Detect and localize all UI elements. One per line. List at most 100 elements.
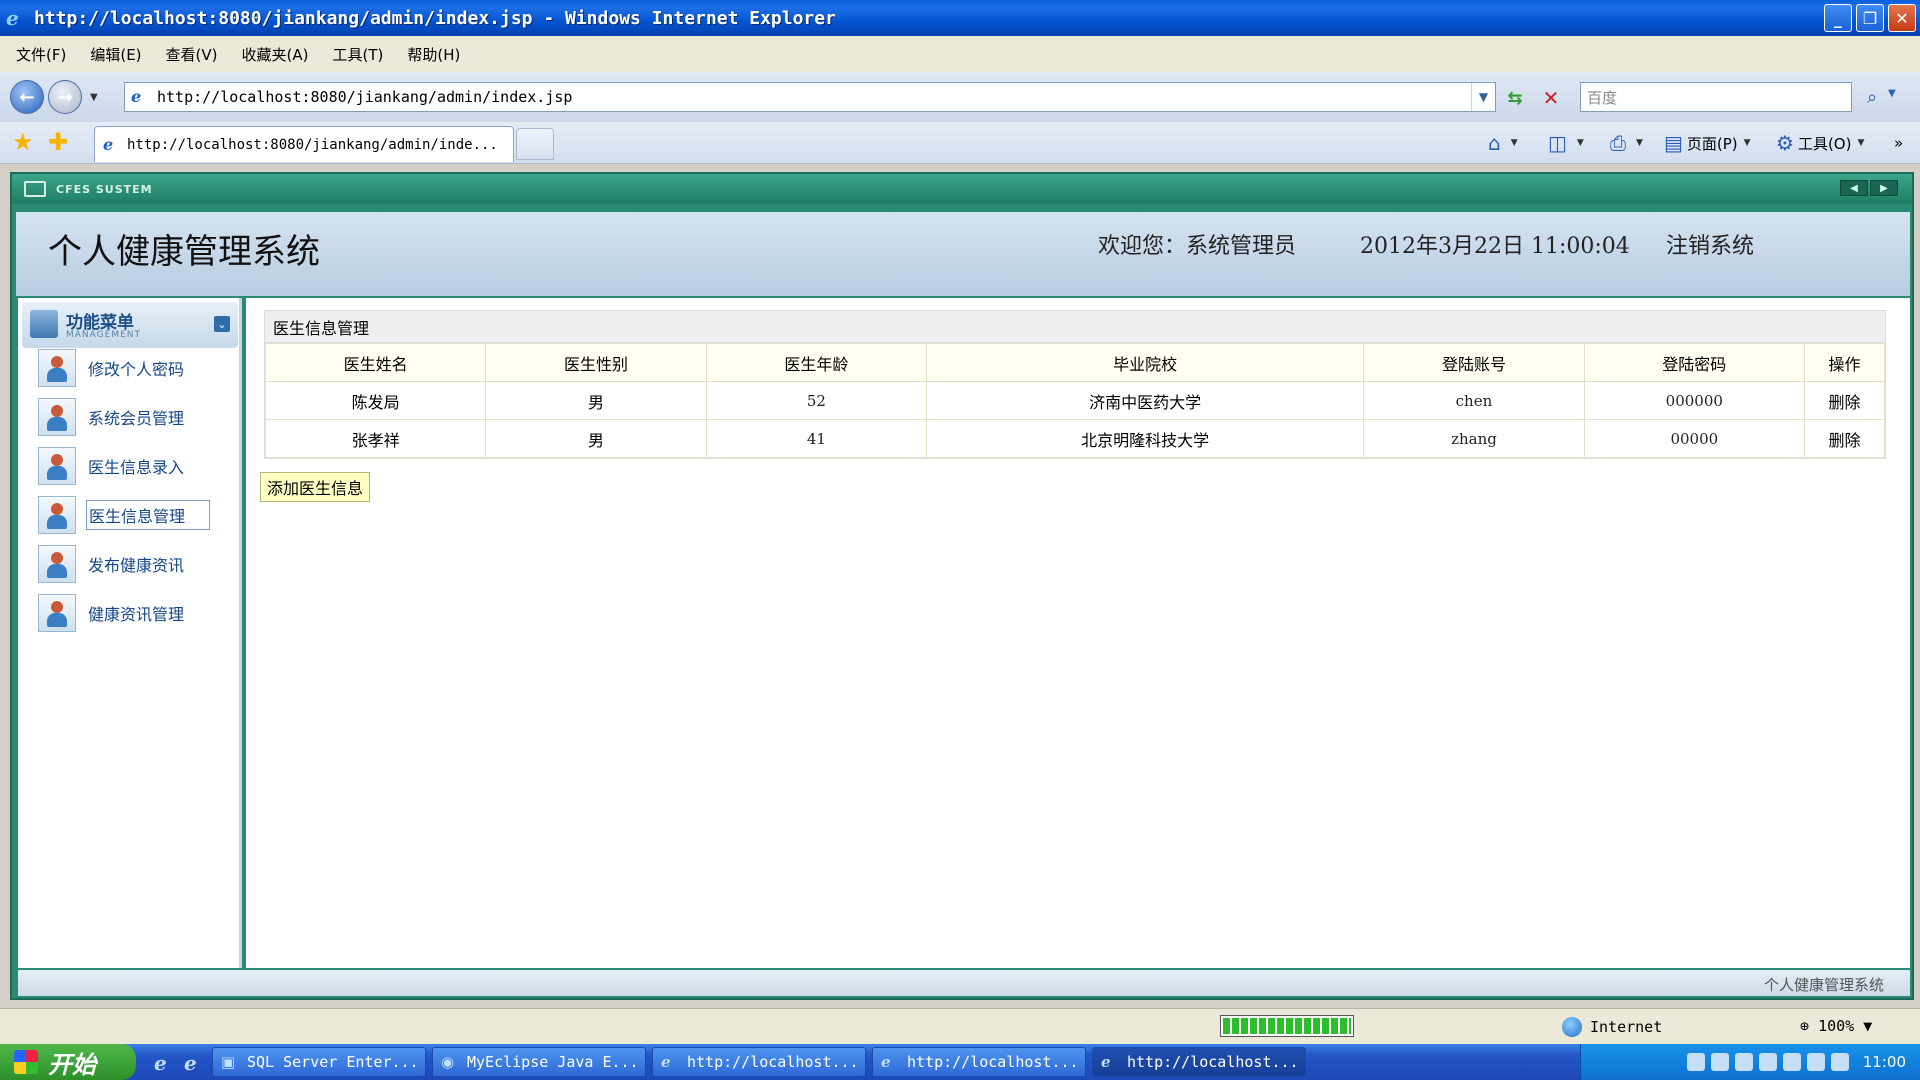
app-footer: 个人健康管理系统 (18, 970, 1910, 996)
menu-favorites[interactable]: 收藏夹(A) (242, 44, 309, 65)
page-menu[interactable]: ▤ 页面(P) ▼ (1664, 130, 1751, 156)
menu-file[interactable]: 文件(F) (16, 44, 66, 65)
quicklaunch-ie-icon[interactable]: e (154, 1051, 176, 1075)
sidebar-item-doctor-management[interactable]: 医生信息管理 (38, 495, 234, 535)
taskbar-item-ie-3[interactable]: e http://localhost... (1092, 1047, 1306, 1077)
start-button[interactable]: 开始 (0, 1044, 136, 1080)
column-header: 医生姓名 (264, 343, 487, 382)
recent-pages-dropdown[interactable]: ▼ (90, 92, 98, 103)
sidebar-item-label[interactable]: 健康资讯管理 (86, 599, 186, 627)
column-header: 医生年龄 (705, 343, 928, 382)
cell-school: 北京明隆科技大学 (926, 419, 1365, 458)
home-icon: ⌂ (1488, 131, 1501, 155)
user-icon (38, 496, 76, 534)
address-url[interactable]: http://localhost:8080/jiankang/admin/ind… (157, 88, 572, 106)
menu-help[interactable]: 帮助(H) (407, 44, 460, 65)
monitor-icon (24, 181, 46, 197)
search-placeholder: 百度 (1587, 88, 1618, 107)
sidebar-item-label[interactable]: 系统会员管理 (86, 403, 186, 431)
app-header: 个人健康管理系统 欢迎您：系统管理员 2012年3月22日 11:00:04 注… (16, 212, 1910, 296)
messenger-icon[interactable] (1758, 1053, 1777, 1071)
cell-age: 52 (705, 381, 928, 420)
sidebar-item-label[interactable]: 发布健康资讯 (86, 550, 186, 578)
favorites-star-icon[interactable]: ★ (12, 128, 34, 156)
refresh-icon[interactable]: ⇆ (1500, 84, 1530, 112)
quicklaunch-browser-icon[interactable]: e (184, 1051, 206, 1075)
sidebar-item-label[interactable]: 修改个人密码 (86, 354, 186, 382)
volume-icon[interactable] (1806, 1053, 1825, 1071)
network-icon[interactable] (1734, 1053, 1753, 1071)
rss-icon: ◫ (1548, 131, 1567, 155)
zone-label: Internet (1590, 1018, 1663, 1036)
minimize-button[interactable]: _ (1824, 4, 1852, 32)
taskbar-item-ie-2[interactable]: e http://localhost... (872, 1047, 1086, 1077)
table-row: 陈发局 男 52 济南中医药大学 chen 000000 删除 (264, 381, 1885, 420)
strip-right-icon[interactable]: ▶ (1870, 180, 1898, 196)
taskbar-item-sqlserver[interactable]: ▣ SQL Server Enter... (212, 1047, 426, 1077)
logout-link[interactable]: 注销系统 (1666, 228, 1754, 260)
add-favorite-icon[interactable]: ✚ (48, 128, 68, 156)
sidebar-item-news-management[interactable]: 健康资讯管理 (38, 593, 234, 633)
user-icon (38, 545, 76, 583)
strip-left-icon[interactable]: ◀ (1840, 180, 1868, 196)
tab-bar: ★ ✚ e http://localhost:8080/jiankang/adm… (0, 122, 1920, 164)
collapse-icon[interactable]: ⌄ (214, 316, 230, 332)
address-bar[interactable]: e http://localhost:8080/jiankang/admin/i… (124, 82, 1496, 112)
search-icon[interactable]: ⌕ (1858, 84, 1886, 110)
system-tray: 11:00 (1580, 1044, 1920, 1080)
security-zone[interactable]: Internet (1562, 1017, 1662, 1037)
menu-tools[interactable]: 工具(T) (332, 44, 383, 65)
address-dropdown-icon[interactable]: ▼ (1471, 83, 1495, 111)
new-tab-button[interactable] (516, 128, 554, 160)
page-menu-label: 页面(P) (1686, 134, 1738, 153)
taskbar-item-ie-1[interactable]: e http://localhost... (652, 1047, 866, 1077)
taskbar: 开始 e e ▣ SQL Server Enter... ◉ MyEclipse… (0, 1044, 1920, 1080)
sidebar: 功能菜单 MANAGEMENT ⌄ 修改个人密码 系统会员管理 医生信息录入 医… (18, 298, 242, 968)
home-button[interactable]: ⌂ ▼ (1488, 130, 1518, 156)
user-icon (38, 447, 76, 485)
more-commands-icon[interactable]: » (1894, 130, 1903, 156)
feeds-button[interactable]: ◫ ▼ (1548, 130, 1584, 156)
panel-title: 医生信息管理 (265, 311, 1885, 343)
sidebar-item-label[interactable]: 医生信息录入 (86, 452, 186, 480)
cell-account: chen (1363, 381, 1585, 420)
keyboard-icon[interactable] (1686, 1053, 1705, 1071)
windows-flag-icon (14, 1050, 38, 1074)
sidebar-item-label[interactable]: 医生信息管理 (86, 500, 210, 530)
menu-view[interactable]: 查看(V) (166, 44, 218, 65)
sidebar-item-members[interactable]: 系统会员管理 (38, 397, 234, 437)
zoom-control[interactable]: ⊕ 100% ▼ (1800, 1017, 1872, 1035)
zoom-icon: ⊕ (1800, 1017, 1810, 1035)
back-button[interactable]: ← (10, 80, 44, 114)
globe-icon (1562, 1017, 1582, 1037)
print-button[interactable]: ⎙ ▼ (1610, 130, 1643, 156)
taskbar-item-label: http://localhost... (907, 1053, 1079, 1071)
sidebar-header: 功能菜单 MANAGEMENT ⌄ (22, 302, 238, 348)
tools-menu[interactable]: ⚙ 工具(O) ▼ (1776, 130, 1864, 156)
search-options-icon[interactable]: ▼ (1888, 88, 1896, 99)
menu-edit[interactable]: 编辑(E) (90, 44, 141, 65)
search-input[interactable]: 百度 (1580, 82, 1852, 112)
shield-icon[interactable] (1830, 1053, 1849, 1071)
tab-active[interactable]: e http://localhost:8080/jiankang/admin/i… (94, 126, 514, 162)
close-button[interactable]: ✕ (1888, 4, 1916, 32)
cell-school: 济南中医药大学 (926, 381, 1365, 420)
add-doctor-button[interactable]: 添加医生信息 (260, 472, 371, 502)
window-title: http://localhost:8080/jiankang/admin/ind… (34, 7, 836, 29)
zoom-dropdown-icon[interactable]: ▼ (1863, 1017, 1872, 1035)
table-row: 张孝祥 男 41 北京明隆科技大学 zhang 00000 删除 (264, 419, 1885, 458)
cell-account: zhang (1363, 419, 1585, 458)
sidebar-item-change-password[interactable]: 修改个人密码 (38, 348, 234, 388)
security-icon[interactable] (1782, 1053, 1801, 1071)
tray-expand-icon[interactable] (1710, 1053, 1729, 1071)
strip-arrows: ◀ ▶ (1840, 180, 1898, 196)
sidebar-item-publish-news[interactable]: 发布健康资讯 (38, 544, 234, 584)
delete-link[interactable]: 删除 (1804, 419, 1885, 458)
stop-icon[interactable]: ✕ (1536, 84, 1566, 112)
taskbar-item-myeclipse[interactable]: ◉ MyEclipse Java E... (432, 1047, 646, 1077)
forward-button[interactable]: → (48, 80, 82, 114)
column-header: 登陆账号 (1363, 343, 1585, 382)
delete-link[interactable]: 删除 (1804, 381, 1885, 420)
sidebar-item-doctor-entry[interactable]: 医生信息录入 (38, 446, 234, 486)
restore-button[interactable]: ❐ (1856, 4, 1884, 32)
